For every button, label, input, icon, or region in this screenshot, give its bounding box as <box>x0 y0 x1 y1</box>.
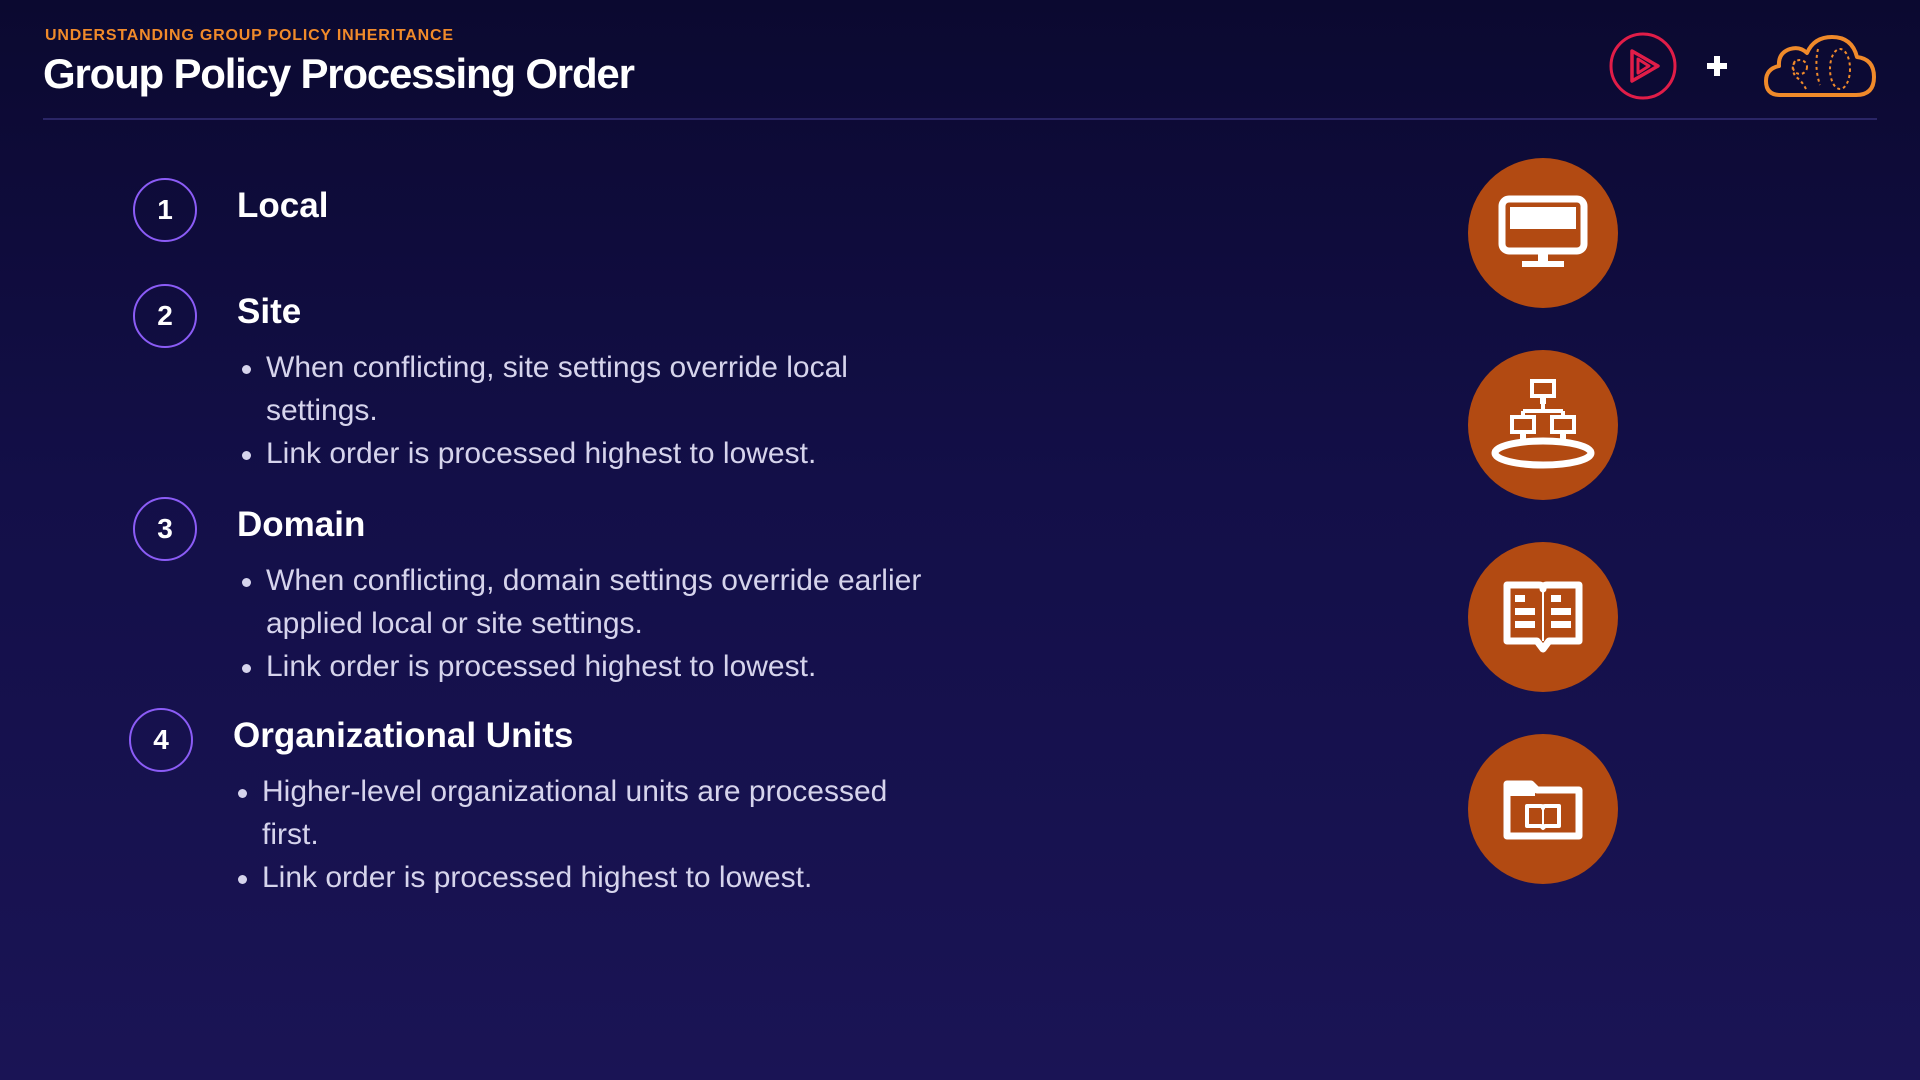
desktop-computer-icon <box>1468 158 1618 308</box>
slide-header: UNDERSTANDING GROUP POLICY INHERITANCE G… <box>43 24 1877 120</box>
play-logo-icon <box>1609 32 1677 100</box>
step-number: 2 <box>133 284 197 348</box>
bullet-item: When conflicting, site settings override… <box>236 346 956 432</box>
slide-title: Group Policy Processing Order <box>43 50 635 97</box>
step-bullets: When conflicting, site settings override… <box>236 346 956 475</box>
step-bullets: Higher-level organizational units are pr… <box>232 770 952 899</box>
step-title: Domain <box>237 505 366 544</box>
step-title: Site <box>237 292 302 331</box>
step-bullets: When conflicting, domain settings overri… <box>236 559 956 688</box>
step-number: 1 <box>133 178 197 242</box>
step-number: 3 <box>133 497 197 561</box>
ou-folder-icon <box>1468 734 1618 884</box>
bullet-item: Link order is processed highest to lowes… <box>236 432 956 475</box>
bullet-item: When conflicting, domain settings overri… <box>236 559 956 645</box>
step-number: 4 <box>129 708 193 772</box>
bullet-item: Higher-level organizational units are pr… <box>232 770 952 856</box>
bullet-item: Link order is processed highest to lowes… <box>236 645 956 688</box>
slide-eyebrow: UNDERSTANDING GROUP POLICY INHERITANCE <box>45 27 454 44</box>
step-title: Organizational Units <box>233 716 574 755</box>
brand-logos <box>1608 30 1878 102</box>
site-network-icon <box>1468 350 1618 500</box>
plus-icon <box>1707 56 1727 76</box>
header-divider <box>43 118 1877 120</box>
domain-book-icon <box>1468 542 1618 692</box>
cloud-logo-icon <box>1764 35 1876 97</box>
step-title: Local <box>237 186 329 225</box>
bullet-item: Link order is processed highest to lowes… <box>232 856 952 899</box>
